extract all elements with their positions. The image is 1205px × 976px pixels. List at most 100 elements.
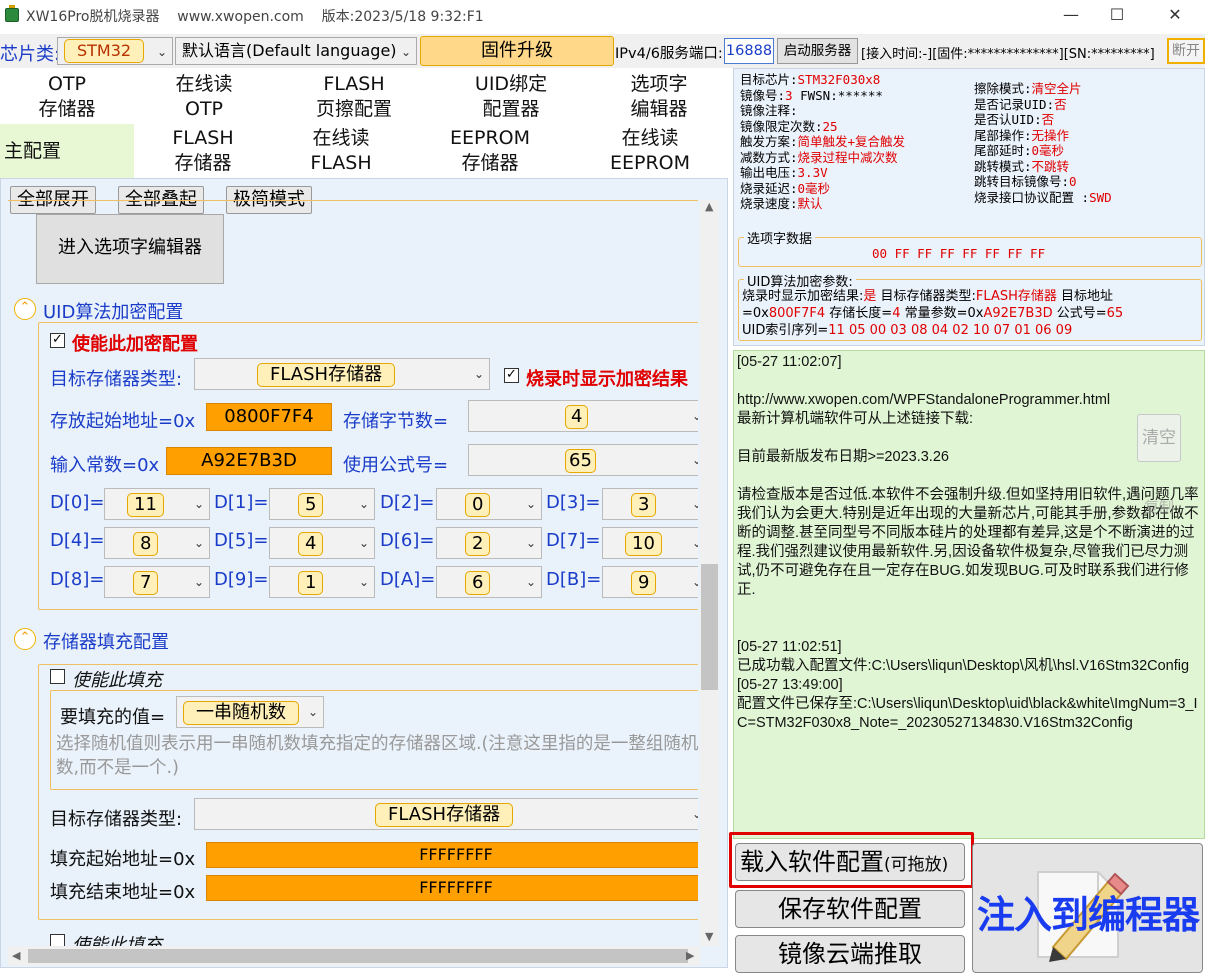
horizontal-scrollbar[interactable]: ◀ ▶	[8, 946, 700, 966]
d-select[interactable]: 7 ⌄	[104, 566, 210, 598]
d-label: D[5]=	[214, 530, 269, 551]
d-select[interactable]: 9 ⌄	[602, 566, 698, 598]
language-value: 默认语言(Default language)	[182, 41, 397, 60]
byte-count-select[interactable]: 4 ⌄	[468, 400, 698, 432]
log-panel[interactable]: [05-27 11:02:07] http://www.xwopen.com/W…	[733, 350, 1205, 839]
info-row: 擦除模式:清空全片	[974, 81, 1082, 96]
tab-online-read-eeprom[interactable]: 在线读 EEPROM	[570, 126, 730, 178]
target-mem-type-select[interactable]: FLASH存储器 ⌄	[194, 358, 490, 390]
start-server-label: 启动服务器	[783, 43, 852, 59]
uid-params-line: =0x800F7F4 存储长度=4 常量参数=0xA92E7B3D 公式号=65	[742, 306, 1124, 321]
tab-flash-page-erase[interactable]: FLASH 页擦配置	[274, 72, 434, 124]
scroll-thumb[interactable]	[701, 564, 718, 690]
d-label: D[2]=	[380, 492, 435, 513]
chevron-down-icon: ⌄	[691, 807, 698, 821]
scroll-left-icon[interactable]: ◀	[12, 949, 20, 962]
const-input[interactable]: A92E7B3D	[166, 447, 332, 475]
start-addr-input[interactable]: 0800F7F4	[206, 403, 332, 431]
d-select[interactable]: 11 ⌄	[104, 488, 210, 520]
tab-eeprom-memory[interactable]: EEPROM 存储器	[412, 126, 568, 178]
save-config-button[interactable]: 保存软件配置	[735, 890, 965, 928]
tab-online-read-otp[interactable]: 在线读 OTP	[136, 72, 272, 124]
chevron-down-icon: ⌄	[525, 497, 536, 511]
tab-online-read-flash[interactable]: 在线读 FLASH	[272, 126, 410, 178]
info-row: 烧录接口协议配置 :SWD	[974, 189, 1112, 205]
cloud-fetch-button[interactable]: 镜像云端推取	[735, 935, 965, 973]
scroll-up-icon[interactable]: ▲	[705, 200, 713, 213]
uid-params-line: UID索引序列=11 05 00 03 08 04 02 10 07 01 06…	[742, 323, 1073, 338]
scroll-down-icon[interactable]: ▼	[705, 930, 713, 943]
d-select[interactable]: 4 ⌄	[269, 527, 375, 559]
fill-target-select[interactable]: FLASH存储器 ⌄	[194, 798, 698, 830]
d-select[interactable]: 3 ⌄	[602, 488, 698, 520]
copy-log-button[interactable]: 复制	[1137, 495, 1181, 521]
tab-main-config[interactable]: 主配置	[0, 124, 134, 178]
port-value: 16888	[725, 43, 773, 59]
d-select[interactable]: 2 ⌄	[436, 527, 542, 559]
tab-otp-memory[interactable]: OTP 存储器	[0, 72, 134, 124]
maximize-icon[interactable]: ☐	[1094, 0, 1140, 30]
toolbar: 芯片类: STM32 ⌄ 默认语言(Default language) ⌄ 固件…	[0, 34, 1205, 68]
d-select[interactable]: 10 ⌄	[602, 527, 698, 559]
enter-option-editor-button[interactable]: 进入选项字编辑器	[36, 214, 224, 284]
fill-start-input[interactable]: FFFFFFFF	[206, 842, 698, 868]
info-row: 尾部延时:0毫秒	[974, 143, 1065, 158]
log-line: [05-27 11:02:07]	[737, 354, 842, 370]
minimize-icon[interactable]: —	[1048, 0, 1094, 30]
d-select[interactable]: 0 ⌄	[436, 488, 542, 520]
scroll-right-icon[interactable]: ▶	[686, 949, 694, 962]
d-select[interactable]: 1 ⌄	[269, 566, 375, 598]
tab-flash-memory[interactable]: FLASH 存储器	[136, 126, 270, 178]
d-select[interactable]: 5 ⌄	[269, 488, 375, 520]
log-line: 目前最新版发布日期>=2023.3.26	[737, 449, 949, 465]
chevron-down-icon: ⌄	[691, 536, 698, 550]
fill-value-select[interactable]: 一串随机数 ⌄	[176, 696, 324, 728]
collapse-chevron-icon[interactable]: ⌃	[14, 628, 36, 650]
tab-option-byte-editor[interactable]: 选项字 编辑器	[588, 72, 730, 124]
show-result-label: 烧录时显示加密结果	[526, 369, 688, 390]
disconnect-button[interactable]: 断开	[1167, 38, 1205, 64]
show-result-checkbox[interactable]: ✓	[504, 368, 519, 383]
enable-fill-checkbox[interactable]	[50, 669, 65, 684]
hscroll-thumb[interactable]	[28, 949, 688, 963]
info-row: 跳转目标镜像号:0	[974, 174, 1077, 189]
d-value: 0	[465, 493, 491, 517]
fill-end-input[interactable]: FFFFFFFF	[206, 875, 698, 901]
d-label: D[8]=	[50, 569, 105, 590]
load-config-button[interactable]: 载入软件配置(可拖放)	[735, 843, 965, 881]
tab-uid-binding[interactable]: UID绑定 配置器	[436, 72, 586, 124]
start-server-button[interactable]: 启动服务器	[777, 38, 858, 64]
inject-button[interactable]: 注入到编程器	[972, 843, 1203, 973]
collapse-chevron-icon[interactable]: ⌃	[14, 298, 36, 320]
d-value: 9	[631, 571, 657, 595]
connection-status: [接入时间:-][固件:**************][SN:*********…	[861, 47, 1155, 62]
fill-start-label: 填充起始地址=0x	[50, 849, 196, 870]
chevron-down-icon: ⌄	[691, 575, 698, 589]
d-value: 3	[631, 493, 657, 517]
image-info-panel: 目标芯片:STM32F030x8 镜像号:3 FWSN:****** 镜像注释:…	[733, 68, 1205, 346]
chip-type-select[interactable]: STM32 ⌄	[57, 37, 173, 65]
chip-type-label: 芯片类:	[0, 44, 61, 65]
info-row: 尾部操作:无操作	[974, 127, 1070, 143]
chevron-down-icon: ⌄	[358, 536, 369, 550]
vertical-scrollbar[interactable]: ▲ ▼	[700, 200, 719, 946]
d-select[interactable]: 8 ⌄	[104, 527, 210, 559]
formula-select[interactable]: 65 ⌄	[468, 444, 698, 476]
chevron-down-icon: ⌄	[691, 409, 698, 423]
language-select[interactable]: 默认语言(Default language) ⌄	[175, 37, 417, 65]
close-icon[interactable]: ✕	[1152, 0, 1198, 30]
app-icon-pin	[9, 5, 15, 8]
d-label: D[3]=	[546, 492, 601, 513]
fill-end-label: 填充结束地址=0x	[50, 882, 196, 903]
d-select[interactable]: 6 ⌄	[436, 566, 542, 598]
config-scroll-area: 进入选项字编辑器 ⌃ UID算法加密配置 ✓ 使能此加密配置 目标存储器类型: …	[8, 200, 698, 950]
clear-log-button[interactable]: 清空	[1137, 414, 1181, 462]
chip-type-value: STM32	[64, 39, 145, 63]
d-label: D[6]=	[380, 530, 435, 551]
port-input[interactable]: 16888	[724, 38, 774, 64]
enable-encrypt-checkbox[interactable]: ✓	[50, 333, 65, 348]
firmware-upgrade-button[interactable]: 固件升级	[420, 36, 614, 66]
byte-count-value: 4	[565, 405, 589, 429]
